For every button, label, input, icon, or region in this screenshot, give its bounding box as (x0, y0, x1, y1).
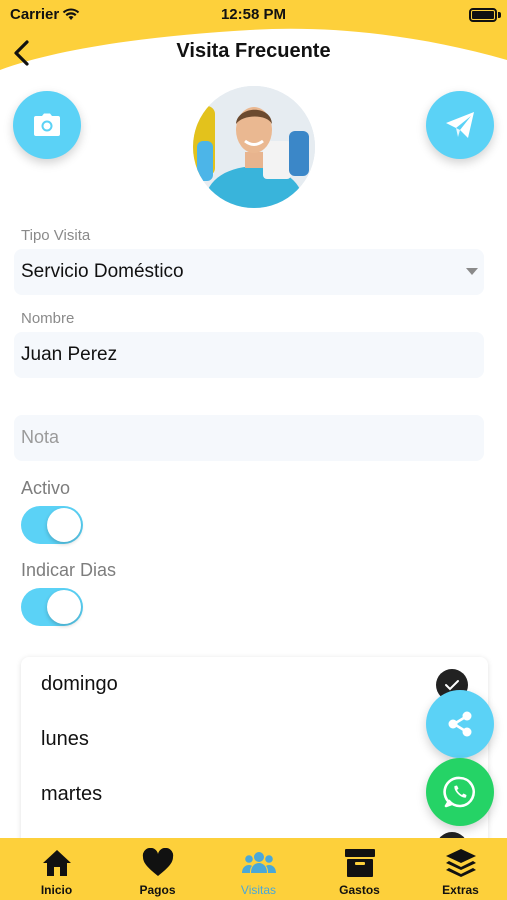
nombre-input[interactable]: Juan Perez (14, 332, 484, 378)
tab-gastos[interactable]: Gastos (309, 838, 410, 900)
nota-placeholder: Nota (21, 427, 60, 447)
day-item-domingo[interactable]: domingo (41, 673, 118, 696)
archive-icon (343, 846, 377, 880)
tab-label: Extras (442, 883, 479, 897)
activo-toggle[interactable] (21, 506, 83, 544)
tab-label: Inicio (40, 883, 73, 897)
nombre-value: Juan Perez (21, 344, 118, 365)
tab-extras[interactable]: Extras (410, 838, 507, 900)
send-button[interactable] (426, 91, 494, 159)
tab-label: Gastos (339, 883, 380, 897)
tab-pagos[interactable]: Pagos (107, 838, 208, 900)
battery-tip (498, 12, 501, 18)
paper-plane-icon (446, 112, 474, 138)
toggle-knob (47, 508, 81, 542)
heart-icon (141, 846, 175, 880)
layers-icon (444, 846, 478, 880)
header: Carrier 12:58 PM Visita Frecuente (0, 0, 507, 90)
share-button[interactable] (426, 690, 494, 758)
visitor-avatar[interactable] (193, 86, 315, 208)
people-icon (242, 846, 276, 880)
clock: 12:58 PM (220, 6, 287, 23)
tipo-visita-label: Tipo Visita (21, 227, 91, 244)
tab-bar: Inicio Pagos Visitas Gastos Extras (0, 838, 507, 900)
indicar-dias-toggle[interactable] (21, 588, 83, 626)
visitor-photo (193, 86, 315, 208)
nota-input[interactable]: Nota (14, 415, 484, 461)
tab-label: Pagos (139, 883, 176, 897)
camera-button[interactable] (13, 91, 81, 159)
camera-icon (34, 113, 60, 136)
indicar-dias-label: Indicar Dias (21, 560, 117, 580)
days-list: domingo lunes martes (21, 657, 488, 857)
tipo-visita-value: Servicio Doméstico (21, 261, 184, 282)
day-item-lunes[interactable]: lunes (41, 728, 89, 751)
battery-icon (469, 8, 497, 22)
page-title: Visita Frecuente (176, 40, 331, 62)
nombre-label: Nombre (21, 310, 75, 327)
tab-visitas[interactable]: Visitas (208, 838, 309, 900)
share-icon (448, 711, 472, 737)
tipo-visita-select[interactable]: Servicio Doméstico (14, 249, 484, 295)
day-item-martes[interactable]: martes (41, 783, 102, 806)
tab-label: Visitas (240, 883, 277, 897)
whatsapp-button[interactable] (426, 758, 494, 826)
home-icon (40, 846, 74, 880)
tab-inicio[interactable]: Inicio (6, 838, 107, 900)
whatsapp-icon (443, 776, 476, 808)
dropdown-caret-icon (466, 268, 478, 275)
toggle-knob (47, 590, 81, 624)
status-bar: Carrier 12:58 PM (0, 4, 507, 26)
activo-label: Activo (21, 478, 71, 498)
